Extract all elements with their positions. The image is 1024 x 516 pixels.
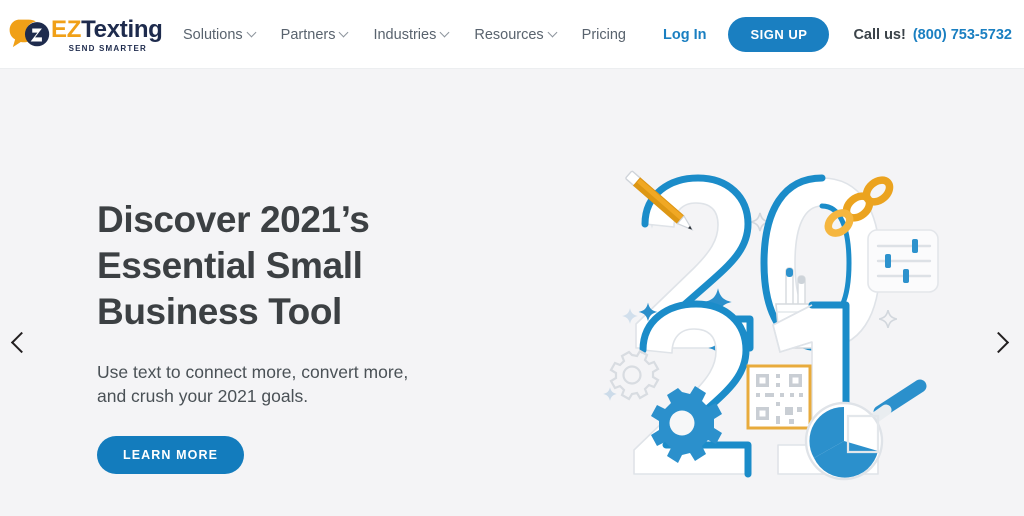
brand-name-texting: Texting: [81, 16, 163, 43]
brand-name-ez: EZ: [51, 16, 82, 43]
star-sparkle-icon: [603, 215, 659, 401]
chevron-down-icon: [439, 27, 450, 38]
hero-copy: Discover 2021’s Essential Small Business…: [97, 197, 527, 474]
nav-item-partners[interactable]: Partners: [268, 27, 361, 43]
brand-wordmark: EZTexting SEND SMARTER: [51, 16, 163, 54]
qr-code-icon: [746, 364, 812, 430]
hero-subtitle: Use text to connect more, convert more, …: [97, 360, 527, 408]
page-root: EZTexting SEND SMARTER Solutions Partner…: [0, 0, 1024, 516]
brand-logo[interactable]: EZTexting SEND SMARTER: [8, 13, 163, 57]
hero-illustration: [590, 164, 950, 484]
nav-label-partners: Partners: [280, 26, 336, 43]
main-navigation: Solutions Partners Industries Resources …: [183, 0, 639, 69]
nav-label-pricing: Pricing: [581, 26, 626, 43]
header-actions: Log In SIGN UP Call us! (800) 753-5732: [663, 0, 1012, 69]
login-link[interactable]: Log In: [663, 27, 707, 43]
hero-title-line-1: Discover 2021’s: [97, 199, 370, 240]
hero-subtitle-line-1: Use text to connect more, convert more,: [97, 362, 409, 382]
hero-subtitle-line-2: and crush your 2021 goals.: [97, 386, 309, 406]
nav-label-solutions: Solutions: [183, 26, 243, 43]
carousel-next-button[interactable]: [984, 325, 1018, 359]
signup-button[interactable]: SIGN UP: [728, 17, 830, 52]
hero-title-line-2: Essential Small: [97, 245, 363, 286]
chevron-down-icon: [246, 27, 257, 38]
chevron-down-icon: [547, 27, 558, 38]
carousel-prev-button[interactable]: [2, 325, 36, 359]
nav-label-resources: Resources: [474, 26, 544, 43]
speech-bubble-icon: [8, 18, 50, 52]
site-header: EZTexting SEND SMARTER Solutions Partner…: [0, 0, 1024, 69]
nav-label-industries: Industries: [373, 26, 437, 43]
hero-title-line-3: Business Tool: [97, 291, 342, 332]
chevron-down-icon: [339, 27, 349, 38]
brand-tagline: SEND SMARTER: [68, 44, 147, 53]
chevron-right-icon: [987, 331, 1010, 353]
nav-item-pricing[interactable]: Pricing: [569, 27, 639, 43]
hero-section: Discover 2021’s Essential Small Business…: [0, 69, 1024, 516]
nav-item-solutions[interactable]: Solutions: [183, 27, 268, 43]
star-sparkle-outline-icon: [878, 309, 898, 329]
chevron-left-icon: [10, 331, 33, 353]
nav-item-industries[interactable]: Industries: [360, 27, 461, 43]
hero-title: Discover 2021’s Essential Small Business…: [97, 197, 527, 335]
call-us-label: Call us!: [853, 26, 906, 43]
learn-more-button[interactable]: LEARN MORE: [97, 436, 245, 474]
sliders-panel-icon: [867, 229, 939, 293]
phone-number-link[interactable]: (800) 753-5732: [913, 27, 1012, 43]
nav-item-resources[interactable]: Resources: [461, 27, 568, 43]
